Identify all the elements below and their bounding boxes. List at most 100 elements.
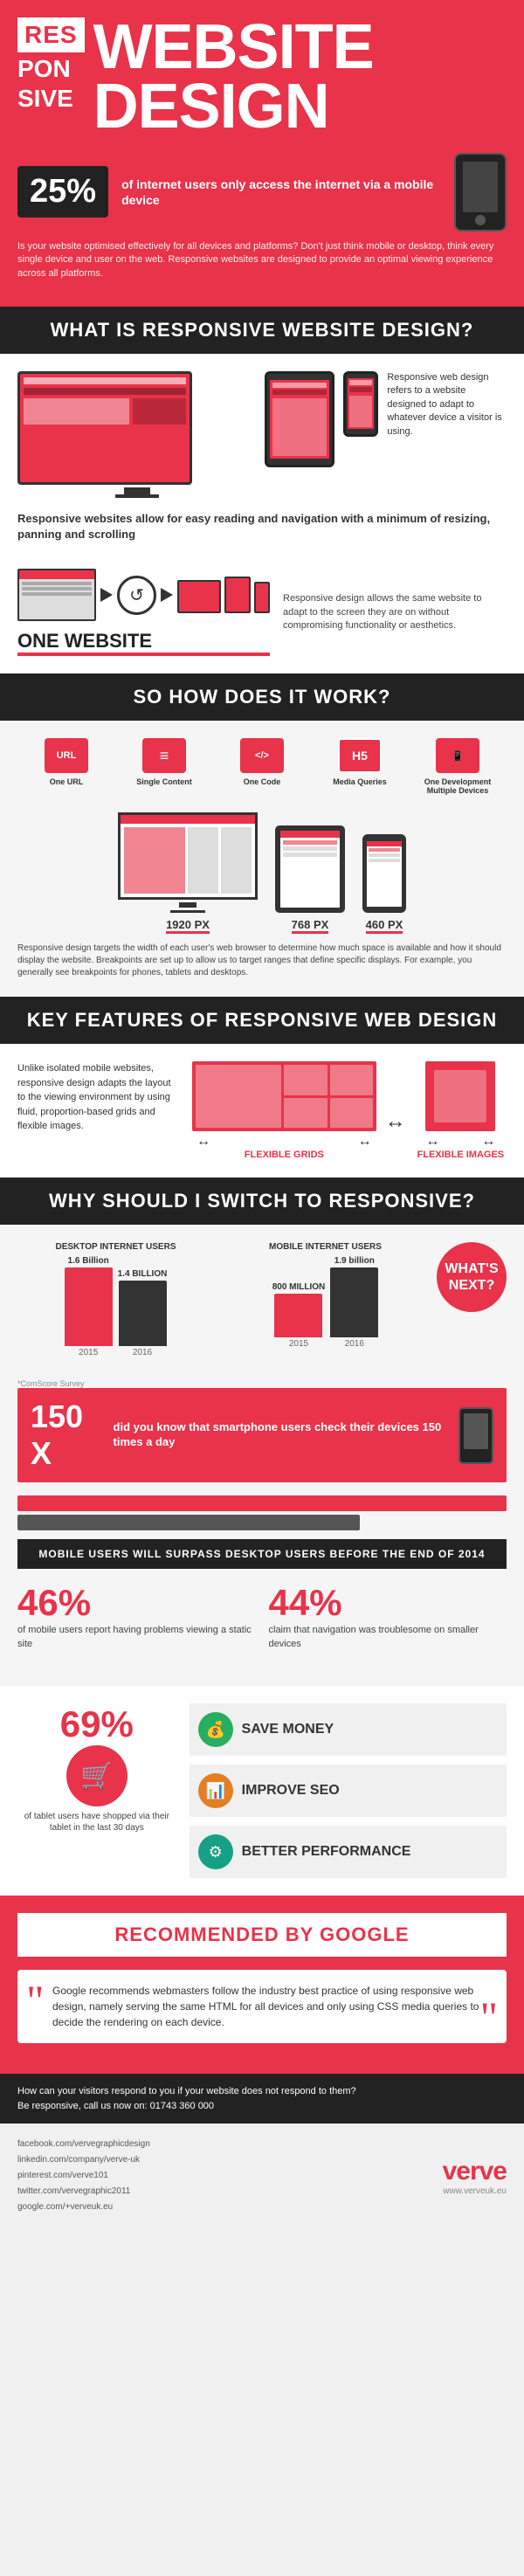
tab-bar <box>280 831 340 838</box>
benefit-improve-seo: 📊 IMPROVE SEO <box>190 1765 507 1817</box>
grid-expand-row: ↔ ↔ <box>192 1134 376 1150</box>
how-icon-content: ≡ Single Content <box>115 738 213 786</box>
benefit-save-money: 💰 SAVE MONEY <box>190 1703 507 1756</box>
basket-percent: 69% <box>60 1703 134 1745</box>
times-phone-icon <box>458 1407 493 1464</box>
expand-right-icon: ↔ <box>358 1134 372 1150</box>
col3 <box>221 827 252 894</box>
contact-text: How can your visitors respond to you if … <box>17 2084 507 2113</box>
col1 <box>124 827 185 894</box>
devices-row: Responsive web design refers to a websit… <box>17 371 507 498</box>
img-demo-inner <box>434 1070 486 1122</box>
desktop-year-2016: 2016 <box>133 1348 152 1357</box>
px-1920-box: 1920 PX <box>118 812 258 934</box>
px-460-box: 460 PX <box>362 834 406 934</box>
img-expand-right: ↔ <box>481 1134 495 1150</box>
tablet-device <box>265 371 334 467</box>
monitor-content <box>121 824 255 897</box>
how-section: URL One URL ≡ Single Content </> One Cod… <box>0 721 524 997</box>
expand-left-icon: ↔ <box>196 1134 210 1150</box>
dev-label: One DevelopmentMultiple Devices <box>424 777 492 795</box>
img-expand-row: ↔ ↔ <box>425 1134 495 1150</box>
rotate-adapt-icon: ↺ <box>117 576 156 615</box>
line3 <box>22 592 92 596</box>
desktop-val-2016: 1.4 BILLION <box>118 1269 168 1279</box>
monitor-large <box>17 371 192 485</box>
px-768-box: 768 PX <box>275 825 345 934</box>
tablet-stripe1 <box>272 383 327 388</box>
progress-bar-1 <box>17 1495 507 1511</box>
features-visuals-row: ↔ ↔ FLEXIBLE GRIDS ↔ ↔ ↔ FLEXIBL <box>192 1061 507 1160</box>
mini-tablet <box>224 577 251 613</box>
footer-links: facebook.com/vervegraphicdesign linkedin… <box>0 2124 524 2228</box>
what-section-header: WHAT IS RESPONSIVE WEBSITE DESIGN? <box>0 307 524 354</box>
improve-seo-icon: 📊 <box>198 1773 233 1808</box>
media-label: Media Queries <box>333 777 387 786</box>
mobile-phone-icon <box>454 153 507 231</box>
desktop-title: DESKTOP INTERNET USERS <box>56 1242 176 1252</box>
hero-title-line2: DESIGN <box>93 77 374 136</box>
mobile-stat-block: MOBILE INTERNET USERS 800 MILLION 2015 1… <box>227 1242 424 1353</box>
mobile-val-2016: 1.9 billion <box>334 1256 375 1266</box>
media-icon-box: H5 <box>338 738 382 773</box>
verve-logo: verve <box>443 2157 507 2186</box>
quote-right-icon: " <box>480 1995 498 2039</box>
progress-bar-2 <box>17 1515 360 1530</box>
mobile-year-2015: 2015 <box>289 1339 308 1349</box>
times-row: 150 X did you know that smartphone users… <box>17 1388 507 1482</box>
phone-screen <box>348 378 374 429</box>
percent-44-block: 44% claim that navigation was troublesom… <box>269 1582 507 1651</box>
monitor-screen <box>20 374 190 482</box>
grid-cell-4 <box>284 1098 327 1129</box>
content-icon-box: ≡ <box>142 738 186 773</box>
social-link-li[interactable]: linkedin.com/company/verve-uk <box>17 2152 150 2168</box>
social-link-gp[interactable]: google.com/+verveuk.eu <box>17 2200 150 2215</box>
benefit-better-performance: ⚙ BETTER PERFORMANCE <box>190 1826 507 1878</box>
col2 <box>188 827 218 894</box>
how-desc: Responsive design targets the width of e… <box>17 943 507 979</box>
phone-stripe2 <box>349 387 372 392</box>
social-link-pi[interactable]: pinterest.com/verve101 <box>17 2168 150 2184</box>
phone-460 <box>362 834 406 913</box>
how-icon-code: </> One Code <box>213 738 311 786</box>
verve-block: verve www.verveuk.eu <box>443 2157 507 2196</box>
benefits-inner: 69% 🛒 of tablet users have shopped via t… <box>17 1703 507 1878</box>
pon-label: PON <box>17 54 73 84</box>
why-percent-row: 46% of mobile users report having proble… <box>17 1582 507 1651</box>
mobile-bar-2015: 800 MILLION 2015 <box>272 1282 326 1349</box>
stripe2 <box>24 388 186 395</box>
footer-contact: How can your visitors respond to you if … <box>0 2074 524 2124</box>
percent-46-block: 46% of mobile users report having proble… <box>17 1582 256 1651</box>
mobile-bar-chart: 800 MILLION 2015 1.9 billion 2016 <box>272 1256 379 1349</box>
source-top-bar <box>19 570 94 579</box>
mobile-surpass-text: MOBILE USERS WILL SURPASS DESKTOP USERS … <box>17 1539 507 1569</box>
better-performance-label: BETTER PERFORMANCE <box>242 1844 411 1860</box>
save-money-icon: 💰 <box>198 1712 233 1747</box>
features-title: KEY FEATURES OF RESPONSIVE WEB DESIGN <box>17 1009 507 1032</box>
img-demo <box>425 1061 495 1131</box>
grid-cell-3 <box>330 1065 373 1095</box>
whats-next-block: WHAT'S NEXT? <box>437 1242 507 1312</box>
px-sizes-row: 1920 PX 768 PX <box>17 812 507 934</box>
social-link-tw[interactable]: twitter.com/vervegraphic2011 <box>17 2184 150 2200</box>
save-money-label: SAVE MONEY <box>242 1722 334 1737</box>
mobile-title: MOBILE INTERNET USERS <box>269 1242 382 1252</box>
flexible-grids-label: FLEXIBLE GRIDS <box>245 1150 324 1160</box>
how-section-header: SO HOW DOES IT WORK? <box>0 673 524 721</box>
hero-percent: 25% <box>17 166 108 218</box>
monitor-bar <box>121 815 255 824</box>
phone-stripe1 <box>349 380 372 385</box>
one-website-desc: Responsive design allows the same websit… <box>283 592 507 632</box>
desktop-stat-block: DESKTOP INTERNET USERS 1.6 Billion 2015 … <box>17 1242 214 1362</box>
google-section: RECOMMENDED BY GOOGLE " Google recommend… <box>0 1896 524 2074</box>
one-website-section: ↺ ONE WEBSITE Responsive design allows t… <box>0 569 524 673</box>
mini-monitor <box>177 580 221 613</box>
phone-device <box>343 371 378 437</box>
how-icon-dev: 📱 One DevelopmentMultiple Devices <box>409 738 507 795</box>
px-460-label: 460 PX <box>366 918 403 934</box>
hero-section: RES PON SIVE WEBSITE DESIGN 25% of inter… <box>0 0 524 307</box>
tc1 <box>283 840 337 845</box>
phone-460-screen <box>367 841 402 907</box>
three-devices <box>177 577 270 613</box>
social-link-fb[interactable]: facebook.com/vervegraphicdesign <box>17 2137 150 2152</box>
